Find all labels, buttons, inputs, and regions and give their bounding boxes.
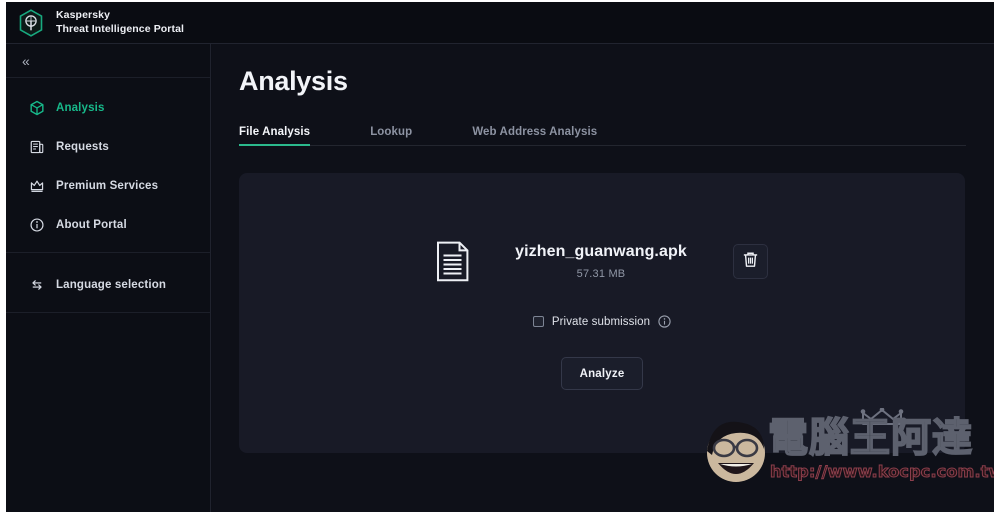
sidebar-nav-group: Analysis Requests Premium Services About… — [6, 78, 210, 253]
sidebar-item-analysis[interactable]: Analysis — [6, 88, 210, 127]
brand-name: Kaspersky — [56, 9, 111, 22]
sidebar-item-label: Premium Services — [56, 179, 159, 192]
private-submission-row: Private submission — [239, 315, 965, 328]
sidebar-item-label: About Portal — [56, 218, 127, 231]
app-header: Kaspersky Threat Intelligence Portal — [6, 2, 994, 44]
sidebar-item-label: Requests — [56, 140, 109, 153]
sidebar-footer-group: Language selection — [6, 253, 210, 313]
private-submission-label: Private submission — [551, 315, 651, 328]
trash-icon — [741, 250, 760, 274]
sidebar-item-label: Language selection — [56, 278, 167, 291]
file-meta: yizhen_guanwang.apk 57.31 MB — [496, 243, 706, 280]
file-size: 57.31 MB — [576, 268, 626, 280]
main-content: Analysis File Analysis Lookup Web Addres… — [212, 44, 994, 512]
language-swap-icon — [28, 276, 45, 293]
file-name: yizhen_guanwang.apk — [515, 243, 687, 260]
page-title: Analysis — [239, 66, 348, 96]
crown-icon — [28, 177, 45, 194]
sidebar-item-requests[interactable]: Requests — [6, 127, 210, 166]
sidebar: « Analysis Requests Premium Services Abo… — [6, 44, 211, 512]
analyze-button[interactable]: Analyze — [561, 357, 643, 390]
chevron-double-left-icon[interactable]: « — [22, 54, 30, 68]
sidebar-item-language-selection[interactable]: Language selection — [6, 265, 210, 304]
tab-web-address-analysis[interactable]: Web Address Analysis — [472, 126, 597, 145]
cube-icon — [28, 99, 45, 116]
tab-file-analysis[interactable]: File Analysis — [239, 126, 311, 146]
file-row: yizhen_guanwang.apk 57.31 MB — [239, 241, 965, 282]
sidebar-item-about-portal[interactable]: About Portal — [6, 205, 210, 244]
analyze-button-wrap: Analyze — [239, 357, 965, 390]
brand-text: Kaspersky Threat Intelligence Portal — [56, 9, 184, 35]
file-document-icon — [436, 241, 470, 282]
kaspersky-hex-logo-icon[interactable] — [16, 8, 46, 38]
brand-subtitle: Threat Intelligence Portal — [56, 22, 185, 35]
delete-file-button[interactable] — [733, 244, 768, 279]
tab-bar: File Analysis Lookup Web Address Analysi… — [239, 119, 966, 146]
private-submission-checkbox[interactable] — [532, 316, 544, 327]
info-circle-icon[interactable] — [658, 315, 671, 328]
document-list-icon — [28, 138, 45, 155]
app-window: Kaspersky Threat Intelligence Portal « A… — [6, 2, 994, 512]
info-circle-icon — [28, 216, 45, 233]
sidebar-item-label: Analysis — [56, 101, 105, 114]
file-analysis-card: yizhen_guanwang.apk 57.31 MB Private sub… — [239, 173, 965, 453]
tab-lookup[interactable]: Lookup — [370, 126, 412, 145]
sidebar-collapse-row: « — [6, 44, 210, 78]
sidebar-item-premium-services[interactable]: Premium Services — [6, 166, 210, 205]
